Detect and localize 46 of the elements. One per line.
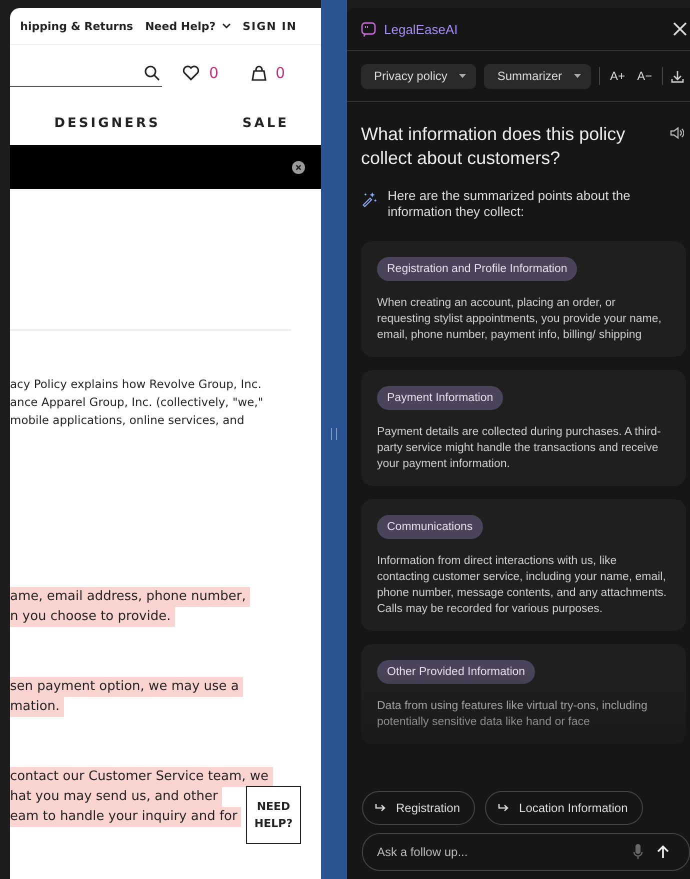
send-arrow-icon[interactable] (657, 845, 669, 859)
microphone-icon[interactable] (633, 844, 643, 860)
search-icon (144, 64, 160, 80)
font-size-button[interactable]: A− (635, 69, 654, 83)
policy-text-line: mobile applications, online services, and (10, 412, 246, 429)
dropdown[interactable]: Privacy policy (361, 64, 476, 88)
nav-link[interactable]: DESIGNERS (54, 116, 160, 130)
speaker-icon[interactable] (670, 127, 684, 139)
card-text: Information from direct interactions with us, like contacting customer service, including your name, email, phone number, message contents, and any attachments. Calls may be recorded for various purposes. (377, 554, 668, 617)
chevron-down-icon (222, 23, 231, 29)
download-icon[interactable] (671, 70, 684, 82)
close-icon[interactable] (292, 160, 305, 174)
app-name: LegalEaseAI (384, 22, 458, 36)
heart-icon[interactable] (182, 65, 200, 81)
topic-tag: Registration and Profile Information (377, 257, 578, 281)
suggestion-chip[interactable]: Registration (362, 791, 476, 825)
card-text: Payment details are collected during purchases. A third-party service might handle the transactions and receive your payment information. (377, 425, 662, 472)
topic-tag: Communications (377, 515, 483, 539)
policy-text-line: ance Apparel Group, Inc. (collectively, "we," (10, 394, 264, 411)
resize-handle-icon[interactable] (331, 428, 337, 440)
app-logo-icon (361, 22, 376, 36)
wishlist-count: 0 (209, 64, 219, 82)
font-size-button[interactable]: A+ (608, 69, 628, 83)
policy-text-line: acy Policy explains how Revolve Group, Inc. (10, 376, 262, 393)
follow-up-input[interactable]: Ask a follow up... (375, 844, 619, 860)
card-text: When creating an account, placing an order, or requesting stylist appointments, you provide your name, email, phone number, payment info, billing/ shipping (377, 296, 662, 343)
need-help-menu[interactable]: Need Help? (145, 20, 231, 32)
dropdown[interactable]: Summarizer (484, 64, 592, 88)
summary-intro: Here are the summarized points about the information they collect: (388, 188, 632, 220)
header-link[interactable]: SIGN IN (242, 20, 297, 32)
topic-tag: Other Provided Information (377, 660, 536, 684)
header-link[interactable]: hipping & Returns (20, 20, 134, 32)
arrow-icon (498, 804, 510, 812)
bag-icon[interactable] (250, 65, 267, 81)
arrow-icon (375, 804, 386, 812)
card-text: Data from using features like virtual try-ons, including potentially sensitive data like hand or face (377, 699, 648, 730)
follow-up-field[interactable]: Ask a follow up... (362, 833, 690, 871)
caret-icon (574, 74, 582, 78)
cart-count: 0 (276, 64, 286, 82)
close-icon[interactable] (673, 22, 687, 36)
nav-link[interactable]: SALE (242, 116, 289, 130)
need-help-button[interactable]: NEED HELP? (246, 786, 301, 844)
suggestion-chip[interactable]: Location Information (485, 791, 643, 825)
question-heading: What information does this policy collect about customers? (361, 123, 626, 170)
caret-icon (459, 74, 466, 78)
topic-tag: Payment Information (377, 386, 504, 410)
